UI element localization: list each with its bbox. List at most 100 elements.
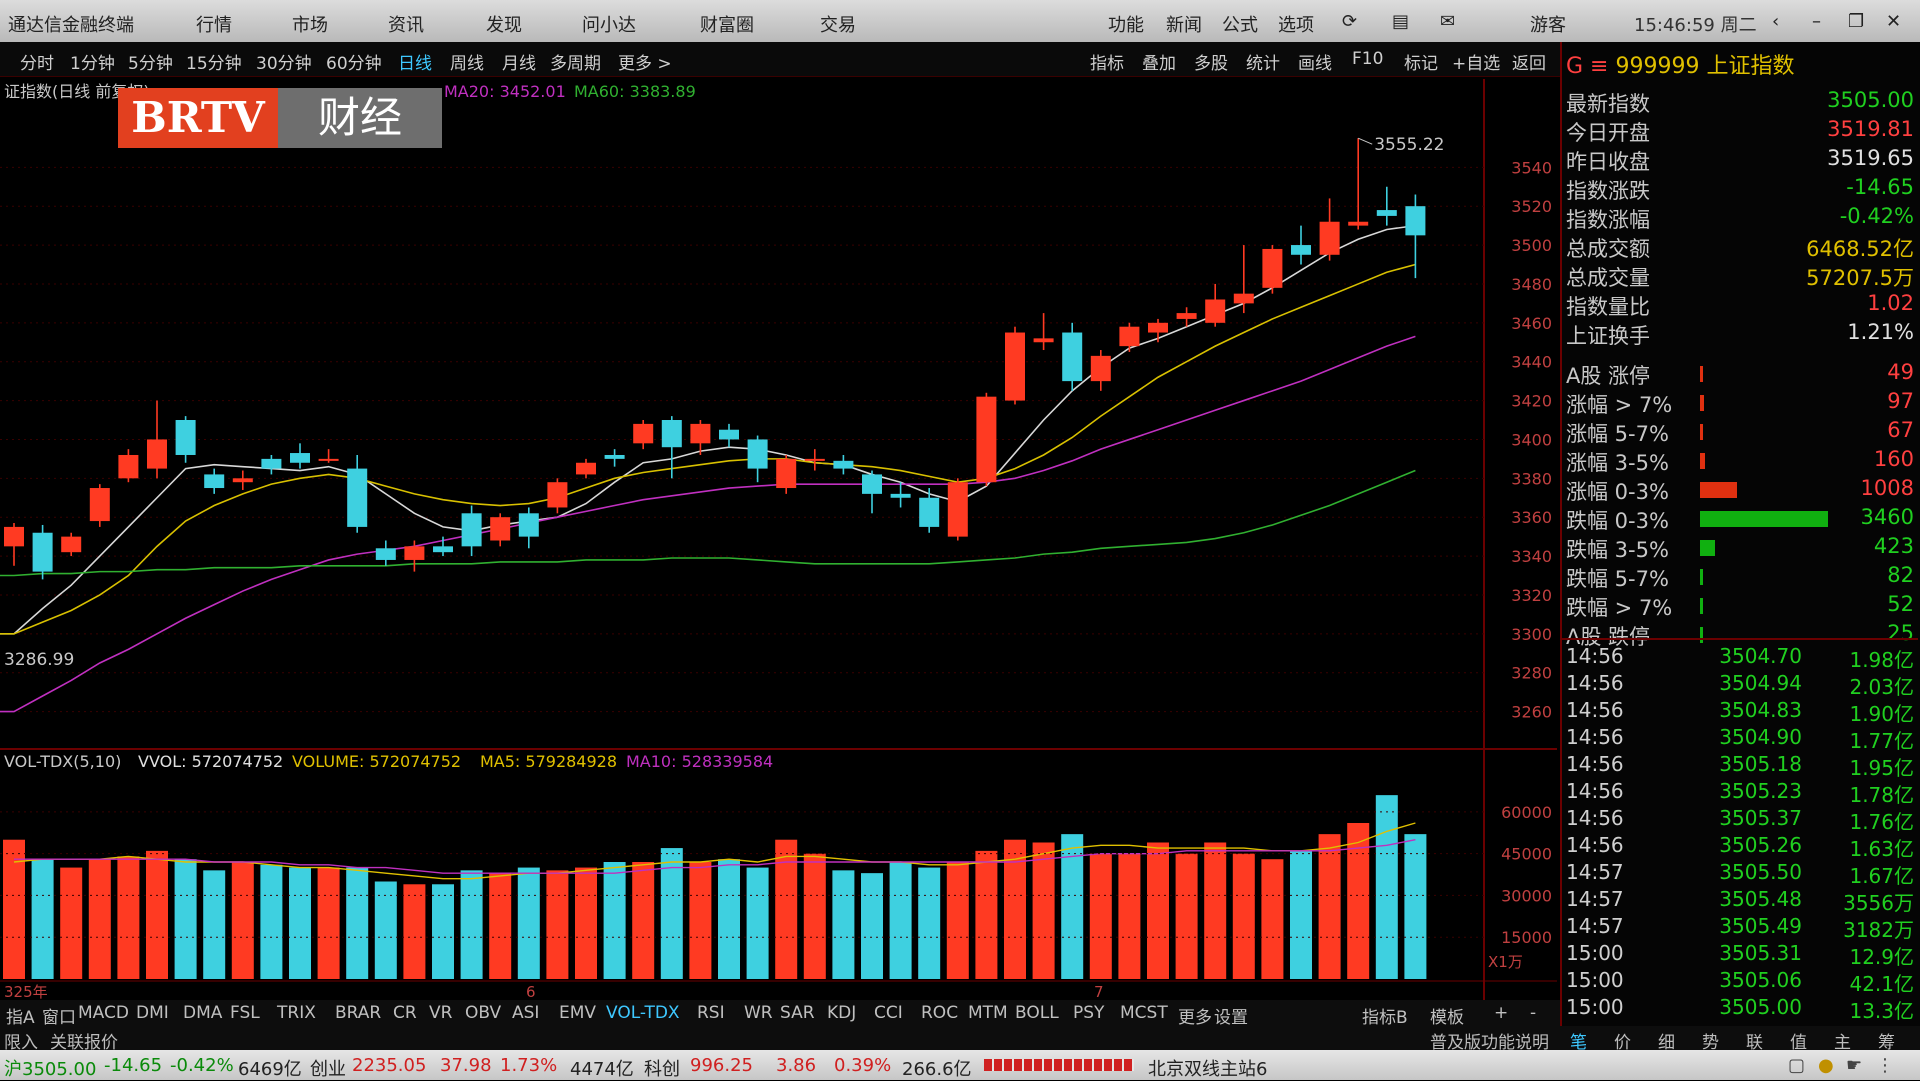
breadth-value: 67	[1887, 418, 1914, 442]
menu-xiaoda[interactable]: 问小达	[582, 11, 636, 37]
menu-options[interactable]: 选项	[1278, 11, 1314, 37]
vol-unit-label: X1万	[1488, 953, 1523, 971]
market-breadth-bar	[984, 1059, 1134, 1071]
indicator-tab[interactable]: TRIX	[277, 1003, 316, 1023]
volume-tick: 60000	[1501, 803, 1552, 822]
server-station[interactable]: 北京双线主站6	[1148, 1055, 1267, 1081]
menu-news[interactable]: 资讯	[388, 11, 424, 37]
quote-value: 57207.5万	[1806, 266, 1914, 290]
indicator-tab[interactable]: 指A	[6, 1003, 35, 1028]
indicator-tab[interactable]: 更多	[1178, 1003, 1212, 1028]
candle-body	[633, 423, 654, 444]
tool-add-watchlist[interactable]: +自选	[1452, 49, 1500, 74]
indicator-tab[interactable]: 窗口	[42, 1003, 76, 1028]
menu-function[interactable]: 功能	[1108, 11, 1144, 37]
tick-row: 14:57 3505.48 3556万	[1562, 887, 1918, 915]
low-annotation: 3286.99	[4, 650, 74, 670]
tool-back[interactable]: 返回	[1512, 49, 1546, 74]
candle-body	[661, 420, 682, 448]
tool-stats[interactable]: 统计	[1246, 49, 1280, 74]
indicator-tab[interactable]: WR	[744, 1003, 773, 1023]
indicator-tab[interactable]: MCST	[1120, 1003, 1168, 1023]
indicator-tab[interactable]: OBV	[465, 1003, 501, 1023]
cy-name[interactable]: 创业	[310, 1055, 346, 1081]
indicator-tab[interactable]: VOL-TDX	[606, 1003, 680, 1023]
period-timeshare[interactable]: 分时	[20, 49, 54, 74]
tick-price: 3505.31	[1719, 941, 1802, 965]
period-60min[interactable]: 60分钟	[326, 49, 382, 74]
indicator-tab[interactable]: RSI	[697, 1003, 725, 1023]
tick-row: 14:57 3505.50 1.67亿	[1562, 860, 1918, 888]
menu-hq[interactable]: 行情	[196, 11, 232, 37]
sh-index[interactable]: 沪3505.00	[4, 1055, 96, 1081]
gear-icon[interactable]: G ≡	[1566, 54, 1615, 79]
kc-name[interactable]: 科创	[644, 1055, 680, 1081]
period-30min[interactable]: 30分钟	[256, 49, 312, 74]
tick-row: 14:56 3504.90 1.77亿	[1562, 725, 1918, 753]
menu-newsflash[interactable]: 新闻	[1166, 11, 1202, 37]
period-multi[interactable]: 多周期	[550, 49, 601, 74]
tool-overlay[interactable]: 叠加	[1142, 49, 1176, 74]
indicator-right-tab[interactable]: +	[1494, 1003, 1508, 1023]
coin-icon[interactable]: ●	[1818, 1055, 1834, 1076]
kline-chart[interactable]: 3540 3520 3500 3480 3460 3440 3420 3400 3380 3360…	[0, 76, 1557, 1006]
close-icon[interactable]: ✕	[1886, 11, 1901, 32]
period-weekly[interactable]: 周线	[450, 49, 484, 74]
indicator-tab[interactable]: SAR	[780, 1003, 815, 1023]
menu-discover[interactable]: 发现	[486, 11, 522, 37]
indicator-tab[interactable]: BOLL	[1015, 1003, 1059, 1023]
indicator-tab[interactable]: BRAR	[335, 1003, 381, 1023]
indicator-right-tab[interactable]: 指标B	[1362, 1003, 1408, 1028]
user-label[interactable]: 游客	[1530, 11, 1566, 37]
indicator-tab[interactable]: FSL	[230, 1003, 260, 1023]
indicator-right-tab[interactable]: 模板	[1430, 1003, 1464, 1028]
indicator-tab[interactable]: ROC	[921, 1003, 958, 1023]
tool-f10[interactable]: F10	[1352, 49, 1383, 69]
menu-wealth[interactable]: 财富圈	[700, 11, 754, 37]
tool-draw[interactable]: 画线	[1298, 49, 1332, 74]
tool-indicator[interactable]: 指标	[1090, 49, 1124, 74]
indicator-tab[interactable]: CCI	[874, 1003, 903, 1023]
tick-time: 15:00	[1566, 968, 1624, 992]
period-15min[interactable]: 15分钟	[186, 49, 242, 74]
price-tick: 3280	[1511, 664, 1552, 683]
menu-market[interactable]: 市场	[292, 11, 328, 37]
period-monthly[interactable]: 月线	[502, 49, 536, 74]
candle-body	[1148, 322, 1168, 333]
tool-mark[interactable]: 标记	[1404, 49, 1438, 74]
period-5min[interactable]: 5分钟	[128, 49, 173, 74]
pointer-icon[interactable]: ☛	[1846, 1055, 1862, 1076]
quote-row: 指数量比 1.02	[1562, 291, 1918, 319]
indicator-tab[interactable]: MACD	[78, 1003, 129, 1023]
indicator-tab[interactable]: EMV	[559, 1003, 596, 1023]
window-icon[interactable]: ▢	[1788, 1055, 1805, 1076]
indicator-right-tab[interactable]: -	[1530, 1003, 1536, 1023]
back-icon[interactable]: ‹	[1772, 11, 1779, 32]
indicator-tab[interactable]: DMA	[183, 1003, 222, 1023]
period-daily[interactable]: 日线	[398, 49, 432, 74]
signal-icon[interactable]: ⋮	[1876, 1055, 1894, 1076]
breadth-label: 跌幅 3-5%	[1566, 538, 1669, 562]
restore-icon[interactable]: ❐	[1848, 11, 1864, 32]
period-more[interactable]: 更多 >	[618, 49, 672, 74]
menu-formula[interactable]: 公式	[1222, 11, 1258, 37]
indicator-tab[interactable]: PSY	[1073, 1003, 1104, 1023]
tick-time: 14:56	[1566, 806, 1624, 830]
breadth-value: 1008	[1860, 476, 1914, 500]
menu-trade[interactable]: 交易	[820, 11, 856, 37]
refresh-icon[interactable]: ⟳	[1342, 11, 1357, 32]
indicator-tab[interactable]: ASI	[512, 1003, 539, 1023]
indicator-tab[interactable]: MTM	[968, 1003, 1008, 1023]
volume-bar	[832, 870, 855, 979]
mail-icon[interactable]: ✉	[1440, 11, 1455, 32]
indicator-tab[interactable]: CR	[393, 1003, 417, 1023]
indicator-tab[interactable]: 设置	[1214, 1003, 1248, 1028]
candle-body	[89, 488, 110, 522]
period-1min[interactable]: 1分钟	[70, 49, 115, 74]
indicator-tab[interactable]: DMI	[136, 1003, 169, 1023]
tool-multistock[interactable]: 多股	[1194, 49, 1228, 74]
indicator-tab[interactable]: VR	[429, 1003, 452, 1023]
indicator-tab[interactable]: KDJ	[827, 1003, 856, 1023]
minimize-icon[interactable]: –	[1812, 11, 1821, 32]
calculator-icon[interactable]: ▤	[1392, 11, 1409, 32]
